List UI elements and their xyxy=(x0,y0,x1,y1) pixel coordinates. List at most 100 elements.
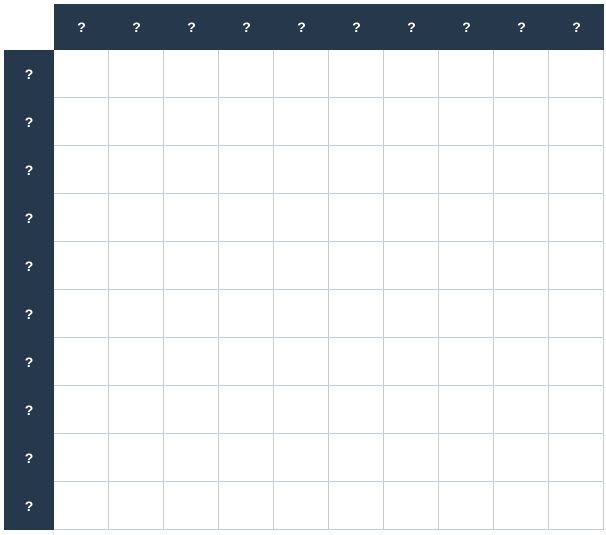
grid-cell[interactable] xyxy=(329,50,384,98)
grid-cell[interactable] xyxy=(549,482,604,530)
row-header[interactable]: ? xyxy=(4,194,54,242)
col-header[interactable]: ? xyxy=(549,4,604,50)
grid-cell[interactable] xyxy=(494,98,549,146)
col-header[interactable]: ? xyxy=(494,4,549,50)
col-header[interactable]: ? xyxy=(384,4,439,50)
grid-cell[interactable] xyxy=(274,242,329,290)
grid-cell[interactable] xyxy=(439,242,494,290)
grid-cell[interactable] xyxy=(384,194,439,242)
grid-cell[interactable] xyxy=(164,482,219,530)
grid-cell[interactable] xyxy=(54,338,109,386)
grid-cell[interactable] xyxy=(54,482,109,530)
grid-cell[interactable] xyxy=(384,146,439,194)
row-header[interactable]: ? xyxy=(4,434,54,482)
grid-cell[interactable] xyxy=(329,482,384,530)
grid-cell[interactable] xyxy=(384,482,439,530)
grid-cell[interactable] xyxy=(164,98,219,146)
grid-cell[interactable] xyxy=(329,386,384,434)
col-header[interactable]: ? xyxy=(54,4,109,50)
grid-cell[interactable] xyxy=(439,290,494,338)
grid-cell[interactable] xyxy=(494,194,549,242)
grid-cell[interactable] xyxy=(549,194,604,242)
grid-cell[interactable] xyxy=(164,290,219,338)
grid-cell[interactable] xyxy=(549,146,604,194)
grid-cell[interactable] xyxy=(164,50,219,98)
grid-cell[interactable] xyxy=(494,146,549,194)
grid-cell[interactable] xyxy=(219,386,274,434)
grid-cell[interactable] xyxy=(494,386,549,434)
row-header[interactable]: ? xyxy=(4,98,54,146)
col-header[interactable]: ? xyxy=(274,4,329,50)
col-header[interactable]: ? xyxy=(439,4,494,50)
grid-cell[interactable] xyxy=(549,98,604,146)
grid-cell[interactable] xyxy=(219,338,274,386)
grid-cell[interactable] xyxy=(219,290,274,338)
grid-cell[interactable] xyxy=(549,434,604,482)
grid-cell[interactable] xyxy=(54,50,109,98)
grid-cell[interactable] xyxy=(439,338,494,386)
grid-cell[interactable] xyxy=(549,242,604,290)
grid-cell[interactable] xyxy=(384,50,439,98)
grid-cell[interactable] xyxy=(274,338,329,386)
grid-cell[interactable] xyxy=(494,50,549,98)
grid-cell[interactable] xyxy=(54,98,109,146)
grid-cell[interactable] xyxy=(549,338,604,386)
grid-cell[interactable] xyxy=(439,386,494,434)
grid-cell[interactable] xyxy=(274,194,329,242)
grid-cell[interactable] xyxy=(109,290,164,338)
grid-cell[interactable] xyxy=(219,98,274,146)
grid-cell[interactable] xyxy=(494,482,549,530)
row-header[interactable]: ? xyxy=(4,386,54,434)
grid-cell[interactable] xyxy=(109,338,164,386)
grid-cell[interactable] xyxy=(384,98,439,146)
grid-cell[interactable] xyxy=(274,290,329,338)
grid-cell[interactable] xyxy=(274,50,329,98)
grid-cell[interactable] xyxy=(384,290,439,338)
row-header[interactable]: ? xyxy=(4,242,54,290)
row-header[interactable]: ? xyxy=(4,146,54,194)
grid-cell[interactable] xyxy=(439,194,494,242)
grid-cell[interactable] xyxy=(384,242,439,290)
grid-cell[interactable] xyxy=(109,194,164,242)
grid-cell[interactable] xyxy=(54,434,109,482)
row-header[interactable]: ? xyxy=(4,338,54,386)
grid-cell[interactable] xyxy=(219,242,274,290)
grid-cell[interactable] xyxy=(164,194,219,242)
grid-cell[interactable] xyxy=(164,386,219,434)
grid-cell[interactable] xyxy=(549,386,604,434)
grid-cell[interactable] xyxy=(109,98,164,146)
grid-cell[interactable] xyxy=(109,434,164,482)
grid-cell[interactable] xyxy=(164,338,219,386)
grid-cell[interactable] xyxy=(329,146,384,194)
grid-cell[interactable] xyxy=(109,146,164,194)
grid-cell[interactable] xyxy=(384,386,439,434)
grid-cell[interactable] xyxy=(439,434,494,482)
grid-cell[interactable] xyxy=(329,338,384,386)
grid-cell[interactable] xyxy=(274,482,329,530)
col-header[interactable]: ? xyxy=(164,4,219,50)
col-header[interactable]: ? xyxy=(329,4,384,50)
grid-cell[interactable] xyxy=(494,242,549,290)
grid-cell[interactable] xyxy=(219,194,274,242)
grid-cell[interactable] xyxy=(494,338,549,386)
grid-cell[interactable] xyxy=(219,482,274,530)
grid-cell[interactable] xyxy=(439,482,494,530)
grid-cell[interactable] xyxy=(54,386,109,434)
grid-cell[interactable] xyxy=(274,434,329,482)
col-header[interactable]: ? xyxy=(109,4,164,50)
grid-cell[interactable] xyxy=(274,98,329,146)
grid-cell[interactable] xyxy=(54,290,109,338)
grid-cell[interactable] xyxy=(54,146,109,194)
grid-cell[interactable] xyxy=(109,482,164,530)
grid-cell[interactable] xyxy=(164,434,219,482)
grid-cell[interactable] xyxy=(549,50,604,98)
grid-cell[interactable] xyxy=(329,242,384,290)
grid-cell[interactable] xyxy=(439,146,494,194)
grid-cell[interactable] xyxy=(164,146,219,194)
grid-cell[interactable] xyxy=(439,98,494,146)
grid-cell[interactable] xyxy=(329,194,384,242)
row-header[interactable]: ? xyxy=(4,290,54,338)
grid-cell[interactable] xyxy=(329,434,384,482)
grid-cell[interactable] xyxy=(109,386,164,434)
grid-cell[interactable] xyxy=(549,290,604,338)
